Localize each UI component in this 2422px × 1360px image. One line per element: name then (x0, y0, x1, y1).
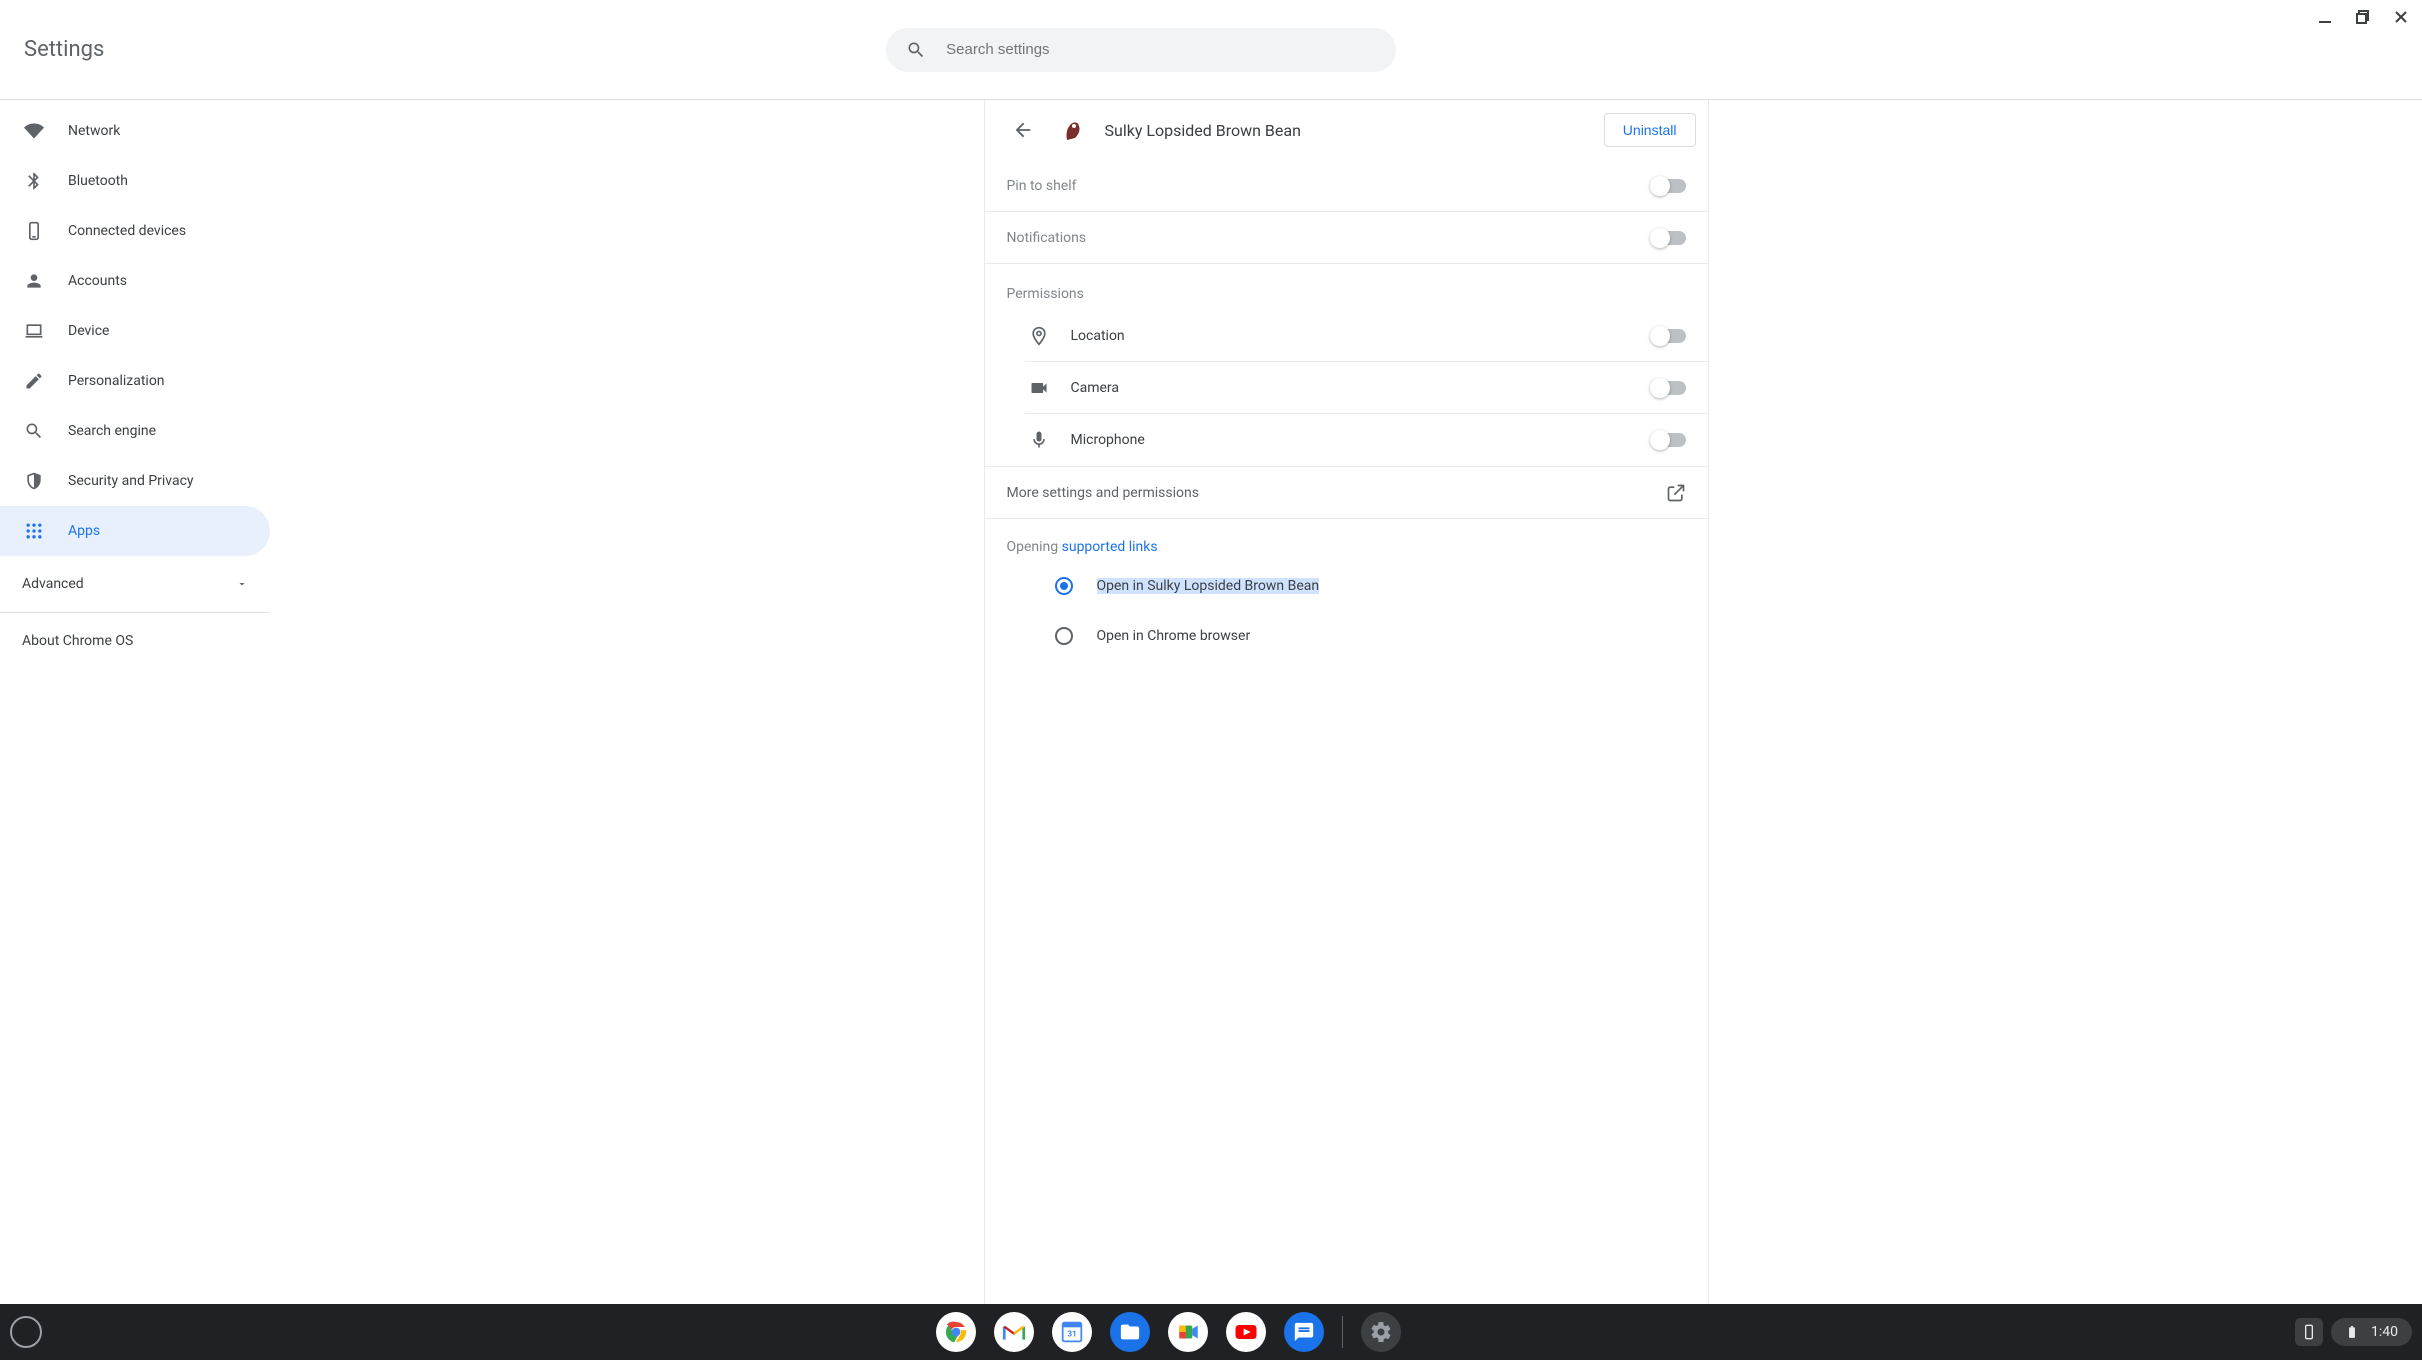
permission-camera-row: Camera (1025, 362, 1708, 414)
shelf-phone-hub[interactable] (2295, 1318, 2323, 1346)
sidebar-item-search-engine[interactable]: Search engine (0, 406, 270, 456)
open-in-app-row[interactable]: Open in Sulky Lopsided Brown Bean (985, 561, 1708, 611)
apps-grid-icon (24, 521, 44, 541)
microphone-icon (1025, 430, 1053, 450)
shelf-app-chrome[interactable] (936, 1312, 976, 1352)
pin-to-shelf-toggle[interactable] (1652, 179, 1686, 193)
permission-camera-label: Camera (1071, 380, 1652, 396)
permissions-header: Permissions (985, 264, 1708, 310)
shield-icon (24, 471, 44, 491)
opening-prefix: Opening (1007, 539, 1062, 555)
shelf: 31 1:40 (0, 1304, 2422, 1360)
open-in-chrome-row[interactable]: Open in Chrome browser (985, 611, 1708, 661)
svg-text:31: 31 (1067, 1329, 1076, 1339)
sidebar-item-label: Apps (68, 523, 100, 539)
search-icon (906, 40, 926, 60)
shelf-status-tray[interactable]: 1:40 (2331, 1318, 2412, 1346)
permission-camera-toggle[interactable] (1652, 381, 1686, 395)
open-in-chrome-label: Open in Chrome browser (1097, 628, 1251, 644)
permission-location-row: Location (1025, 310, 1708, 362)
app-name: Sulky Lopsided Brown Bean (1105, 121, 1586, 140)
permission-location-label: Location (1071, 328, 1652, 344)
person-icon (24, 271, 44, 291)
permission-microphone-toggle[interactable] (1652, 433, 1686, 447)
permission-location-toggle[interactable] (1652, 329, 1686, 343)
chevron-down-icon (236, 578, 248, 590)
page-title: Settings (24, 37, 104, 62)
shelf-app-gmail[interactable] (994, 1312, 1034, 1352)
search-box[interactable] (886, 28, 1396, 72)
pencil-icon (24, 371, 44, 391)
window-close-button[interactable] (2392, 8, 2410, 26)
window-restore-button[interactable] (2354, 8, 2372, 26)
sidebar-item-label: Network (68, 123, 120, 139)
bluetooth-icon (24, 171, 44, 191)
settings-header: Settings (0, 0, 2422, 100)
sidebar-advanced-label: Advanced (22, 576, 84, 592)
search-input[interactable] (946, 41, 1376, 58)
more-settings-label: More settings and permissions (1007, 485, 1666, 501)
launcher-button[interactable] (10, 1316, 42, 1348)
open-in-app-radio[interactable] (1055, 577, 1073, 595)
battery-icon (2345, 1325, 2359, 1339)
shelf-app-meet[interactable] (1168, 1312, 1208, 1352)
sidebar-item-security[interactable]: Security and Privacy (0, 456, 270, 506)
sidebar-item-personalization[interactable]: Personalization (0, 356, 270, 406)
notifications-toggle[interactable] (1652, 231, 1686, 245)
open-in-app-label: Open in Sulky Lopsided Brown Bean (1097, 578, 1320, 594)
shelf-app-calendar[interactable]: 31 (1052, 1312, 1092, 1352)
sidebar-about-label: About Chrome OS (22, 633, 133, 649)
shelf-app-youtube[interactable] (1226, 1312, 1266, 1352)
videocam-icon (1025, 378, 1053, 398)
sidebar-item-label: Bluetooth (68, 173, 128, 189)
shelf-app-files[interactable] (1110, 1312, 1150, 1352)
sidebar-item-network[interactable]: Network (0, 106, 270, 156)
sidebar-item-label: Security and Privacy (68, 473, 194, 489)
shelf-app-settings[interactable] (1361, 1312, 1401, 1352)
location-pin-icon (1025, 326, 1053, 346)
sidebar-item-bluetooth[interactable]: Bluetooth (0, 156, 270, 206)
opening-links-header: Opening supported links (985, 519, 1708, 561)
shelf-app-messages[interactable] (1284, 1312, 1324, 1352)
sidebar-item-label: Accounts (68, 273, 127, 289)
back-button[interactable] (1005, 112, 1041, 148)
sidebar-item-label: Connected devices (68, 223, 186, 239)
sidebar-advanced[interactable]: Advanced (0, 556, 270, 612)
sidebar-item-accounts[interactable]: Accounts (0, 256, 270, 306)
permission-microphone-label: Microphone (1071, 432, 1652, 448)
shelf-time: 1:40 (2371, 1324, 2398, 1340)
wifi-icon (24, 121, 44, 141)
sidebar: Network Bluetooth Connected devices Acco… (0, 100, 270, 1304)
sidebar-item-connected-devices[interactable]: Connected devices (0, 206, 270, 256)
laptop-icon (24, 321, 44, 341)
uninstall-button[interactable]: Uninstall (1604, 113, 1696, 147)
sidebar-item-label: Device (68, 323, 109, 339)
sidebar-item-device[interactable]: Device (0, 306, 270, 356)
open-in-chrome-radio[interactable] (1055, 627, 1073, 645)
app-detail-panel: Sulky Lopsided Brown Bean Uninstall Pin … (984, 100, 1709, 1304)
sidebar-item-apps[interactable]: Apps (0, 506, 270, 556)
supported-links-link[interactable]: supported links (1062, 539, 1158, 555)
permission-microphone-row: Microphone (1025, 414, 1708, 466)
sidebar-item-label: Personalization (68, 373, 165, 389)
sidebar-about[interactable]: About Chrome OS (0, 613, 270, 669)
pin-to-shelf-label: Pin to shelf (1007, 178, 1652, 194)
sidebar-item-label: Search engine (68, 423, 156, 439)
external-link-icon (1666, 483, 1686, 503)
phone-icon (24, 221, 44, 241)
notifications-row: Notifications (985, 212, 1708, 264)
search-icon (24, 421, 44, 441)
pin-to-shelf-row: Pin to shelf (985, 160, 1708, 212)
more-settings-row[interactable]: More settings and permissions (985, 467, 1708, 519)
app-icon (1059, 116, 1087, 144)
window-minimize-button[interactable] (2316, 8, 2334, 26)
notifications-label: Notifications (1007, 230, 1652, 246)
